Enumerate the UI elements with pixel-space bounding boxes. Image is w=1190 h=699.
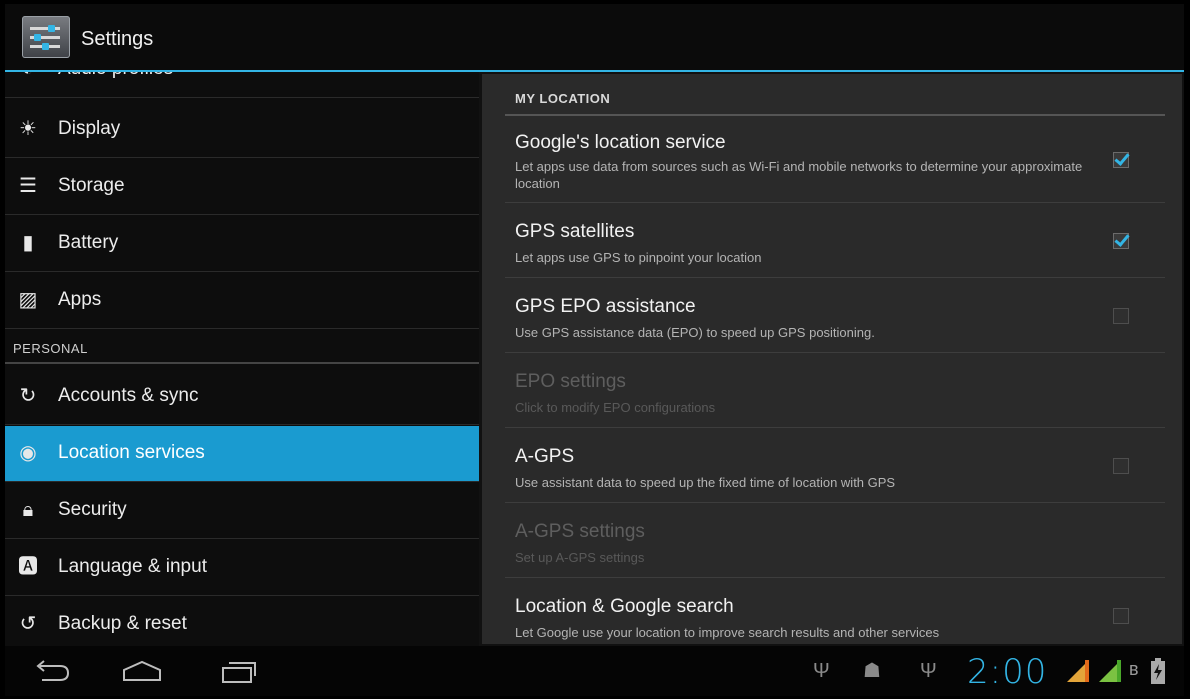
checkbox-location-google-search[interactable] [1113, 608, 1129, 624]
sidebar-item-label: Location services [58, 442, 205, 463]
back-icon[interactable] [30, 656, 74, 686]
pref-title: EPO settings [515, 371, 626, 392]
sidebar-item-label: Audio profiles [58, 72, 173, 80]
battery-icon: ▮ [22, 232, 34, 254]
recent-apps-icon[interactable] [215, 656, 259, 686]
action-bar: Settings [5, 4, 1184, 72]
location-settings-panel: MY LOCATION Google's location service Le… [482, 74, 1182, 644]
pref-title: A-GPS [515, 446, 575, 467]
pref-title: GPS EPO assistance [515, 296, 696, 317]
sidebar-item-accounts-sync[interactable]: ↻ Accounts & sync [5, 369, 479, 425]
pref-title: Google's location service [515, 132, 726, 153]
sidebar-item-audio-profiles[interactable]: ◐ Audio profiles [5, 72, 479, 98]
sidebar-item-battery[interactable]: ▮ Battery [5, 216, 479, 272]
checkbox-gps-epo[interactable] [1113, 308, 1129, 324]
checkbox-google-location[interactable] [1113, 152, 1129, 168]
bluetooth-icon: ʙ [1129, 659, 1139, 679]
pref-summary: Use assistant data to speed up the fixed… [515, 475, 896, 490]
pref-title: GPS satellites [515, 221, 635, 242]
status-clock: 2:00 [967, 652, 1048, 692]
backup-icon: ↺ [19, 613, 37, 635]
sidebar-item-language-input[interactable]: 🅰︎ Language & input [5, 540, 479, 596]
pref-summary: Click to modify EPO configurations [515, 400, 716, 415]
usb-icon: Ψ [920, 660, 937, 682]
sidebar-item-label: Security [58, 499, 127, 520]
checkbox-gps-satellites[interactable] [1113, 233, 1129, 249]
settings-categories: ◐ Audio profiles ☀ Display ☰ Storage ▮ B… [5, 72, 479, 646]
pref-title: A-GPS settings [515, 521, 645, 542]
sidebar-item-display[interactable]: ☀ Display [5, 102, 479, 158]
sidebar-item-label: Language & input [58, 556, 207, 577]
signal-icon [1099, 660, 1121, 682]
section-header-my-location: MY LOCATION [515, 91, 611, 106]
pref-epo-settings: EPO settings Click to modify EPO configu… [505, 353, 1165, 428]
android-debug-icon: ☗ [863, 660, 881, 682]
section-divider [5, 362, 479, 364]
display-icon: ☀ [19, 118, 37, 140]
sidebar-item-label: Storage [58, 175, 125, 196]
sidebar-item-label: Display [58, 118, 121, 139]
pref-summary: Let apps use GPS to pinpoint your locati… [515, 250, 762, 265]
sidebar-item-location-services[interactable]: ◉ Location services [5, 426, 479, 482]
sidebar-item-backup-reset[interactable]: ↺ Backup & reset [5, 597, 479, 646]
sidebar-item-label: Accounts & sync [58, 385, 199, 406]
signal-icon [1067, 660, 1089, 682]
pref-summary: Let apps use data from sources such as W… [515, 159, 1083, 191]
sidebar-item-storage[interactable]: ☰ Storage [5, 159, 479, 215]
location-icon: ◉ [19, 442, 37, 464]
pref-a-gps-settings: A-GPS settings Set up A-GPS settings [505, 503, 1165, 578]
usb-icon: Ψ [813, 660, 830, 682]
sidebar-item-security[interactable]: 🔒︎ Security [5, 483, 479, 539]
tablet-screen: Settings ◐ Audio profiles ☀ Display ☰ St… [5, 4, 1184, 696]
sidebar-item-apps[interactable]: ▨ Apps [5, 273, 479, 329]
storage-icon: ☰ [19, 175, 37, 197]
section-divider [505, 114, 1165, 116]
pref-summary: Let Google use your location to improve … [515, 625, 940, 640]
language-icon: 🅰︎ [18, 556, 38, 578]
sync-icon: ↻ [19, 385, 37, 407]
sidebar-item-label: Apps [58, 289, 102, 310]
pref-summary: Use GPS assistance data (EPO) to speed u… [515, 325, 875, 340]
pref-location-google-search[interactable]: Location & Google search Let Google use … [505, 578, 1165, 644]
pref-gps-epo-assistance[interactable]: GPS EPO assistance Use GPS assistance da… [505, 278, 1165, 353]
settings-icon[interactable] [22, 16, 70, 58]
apps-icon: ▨ [18, 289, 38, 311]
page-title: Settings [81, 28, 154, 50]
pref-gps-satellites[interactable]: GPS satellites Let apps use GPS to pinpo… [505, 203, 1165, 278]
section-header-personal: PERSONAL [13, 341, 88, 356]
pref-summary: Set up A-GPS settings [515, 550, 645, 565]
pref-title: Location & Google search [515, 596, 734, 617]
pref-google-location-service[interactable]: Google's location service Let apps use d… [505, 118, 1165, 203]
home-icon[interactable] [120, 656, 164, 686]
audio-profiles-icon: ◐ [16, 72, 40, 81]
lock-icon: 🔒︎ [22, 499, 34, 521]
sidebar-item-label: Backup & reset [58, 613, 187, 634]
battery-charging-icon [1151, 658, 1165, 684]
checkbox-a-gps[interactable] [1113, 458, 1129, 474]
sidebar-item-label: Battery [58, 232, 119, 253]
system-nav-bar: Ψ ☗ Ψ 2:00 ʙ [5, 646, 1184, 696]
pref-a-gps[interactable]: A-GPS Use assistant data to speed up the… [505, 428, 1165, 503]
